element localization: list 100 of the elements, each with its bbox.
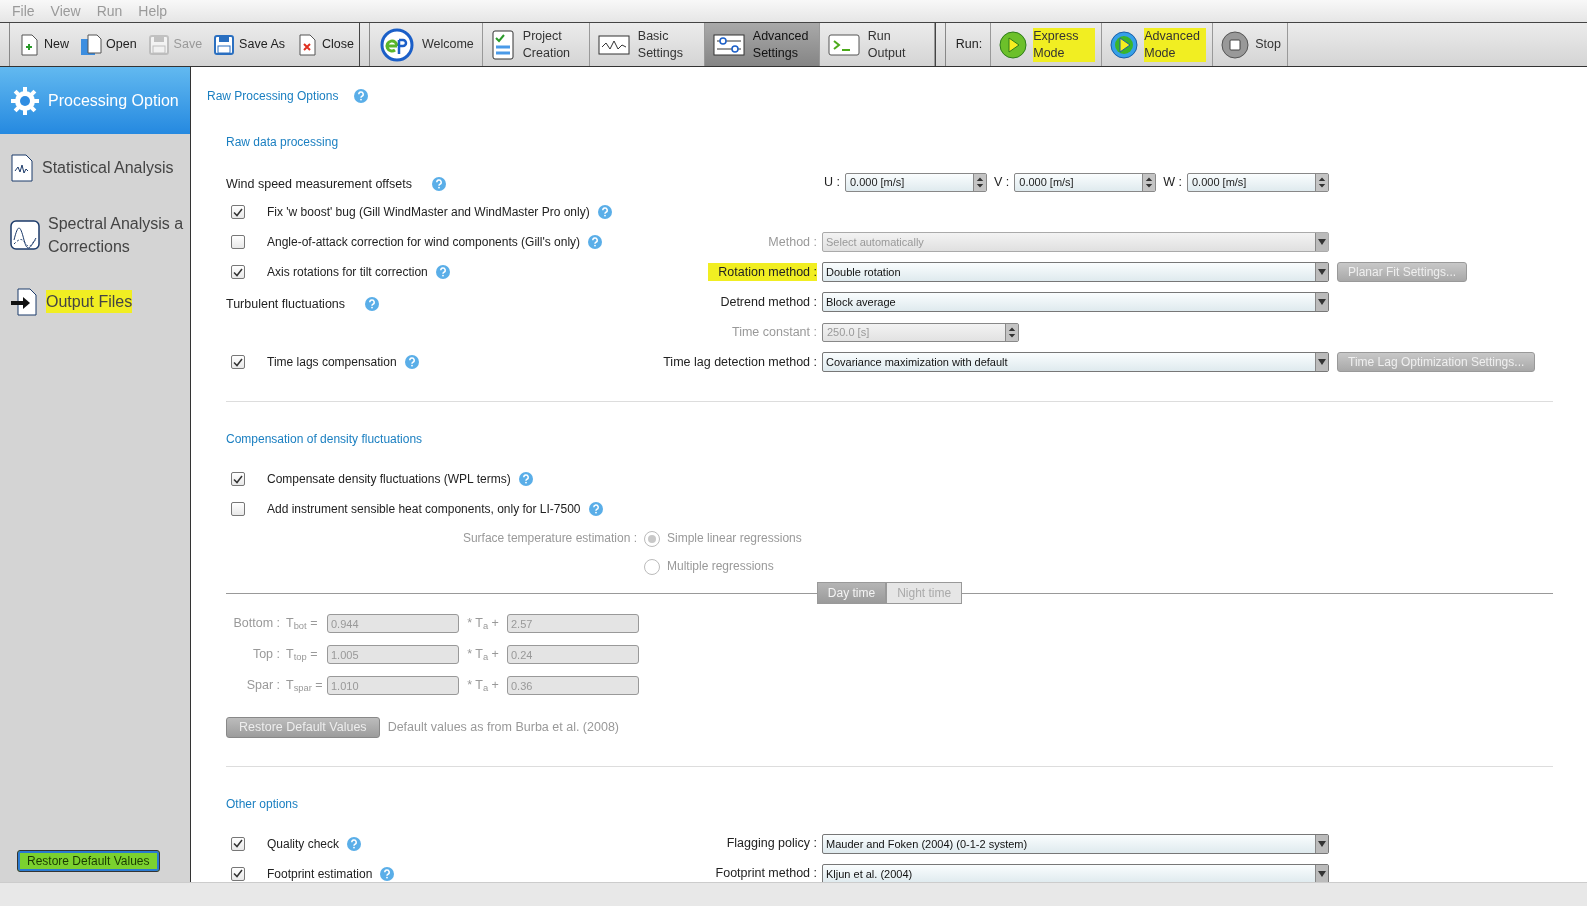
toolbar-button[interactable]: Close: [290, 23, 359, 66]
toolbar-button[interactable]: New: [12, 23, 74, 66]
formula-symbol: T$_{top}$ =: [285, 646, 319, 664]
caret-icon: [1315, 233, 1328, 251]
dropdown[interactable]: Mauder and Foken (2004) (0-1-2 system): [822, 833, 1329, 854]
run-button[interactable]: Stop: [1213, 23, 1288, 66]
restore-defaults-button[interactable]: Restore Default Values: [17, 850, 160, 872]
sidebar-item[interactable]: Statistical Analysis: [0, 134, 190, 201]
play-icon: [1110, 30, 1139, 59]
checkbox[interactable]: [231, 472, 245, 486]
caret-icon: [1315, 293, 1328, 311]
help-icon[interactable]: [588, 502, 603, 516]
field-label: Top :: [251, 646, 281, 664]
step-tab[interactable]: Advanced Settings: [704, 23, 820, 66]
checklist-icon: [490, 28, 515, 61]
checkbox-label[interactable]: Compensate density fluctuations (WPL terms): [267, 470, 511, 488]
spin-field[interactable]: 0.000 [m/s]: [1014, 172, 1157, 192]
help-icon[interactable]: [347, 836, 362, 851]
field-label: Time constant :: [731, 323, 817, 341]
field-label: Time lag detection method :: [662, 353, 817, 371]
chart-document-icon: [10, 152, 34, 183]
dropdown[interactable]: Double rotation: [822, 262, 1329, 282]
checkbox[interactable]: [231, 265, 245, 279]
checkbox[interactable]: [231, 235, 245, 249]
page-title: Raw Processing Options: [207, 88, 339, 105]
caret-icon: [1315, 263, 1328, 281]
field-label: Spar :: [245, 677, 281, 695]
checkbox-label[interactable]: Footprint estimation: [267, 864, 373, 882]
sidebar-item[interactable]: Spectral Analysis a Corrections: [0, 201, 190, 268]
toolbar-button[interactable]: Save As: [207, 23, 290, 66]
caret-icon: [1315, 353, 1328, 371]
help-icon[interactable]: [380, 866, 395, 881]
help-icon[interactable]: [588, 235, 603, 249]
logo-icon: [379, 27, 414, 62]
spin-field[interactable]: 0.000 [m/s]: [1187, 172, 1329, 192]
section-heading: Raw data processing: [226, 134, 340, 151]
waveform-icon: [597, 32, 630, 57]
checkbox-label[interactable]: Angle-of-attack correction for wind components (Gill's only): [267, 233, 581, 251]
field-label: Surface temperature estimation :: [462, 531, 637, 545]
caret-icon: [1315, 864, 1328, 882]
terminal-icon: [827, 32, 860, 57]
field-label: Flagging policy :: [725, 835, 817, 853]
run-button[interactable]: Advanced Mode: [1102, 23, 1214, 66]
formula-operator: * T$_{a}$ +: [466, 615, 500, 633]
folder-icon: [79, 32, 103, 57]
checkbox-label[interactable]: Add instrument sensible heat components, only for LI-7500: [267, 500, 581, 518]
field-label: Bottom :: [232, 615, 281, 633]
help-icon[interactable]: [404, 355, 419, 369]
field-label: V :: [993, 173, 1010, 191]
checkbox[interactable]: [231, 836, 245, 851]
field-label: Footprint method :: [714, 865, 817, 882]
formula-operator: * T$_{a}$ +: [466, 646, 500, 664]
step-tab[interactable]: Basic Settings: [589, 23, 705, 66]
field-label: W :: [1163, 173, 1182, 191]
run-label: Run:: [947, 23, 992, 66]
step-tab[interactable]: Run Output: [819, 23, 935, 66]
option-label: Turbulent fluctuations: [226, 295, 346, 313]
field-label: U :: [824, 173, 840, 191]
note-text: Default values as from Burba et al. (2008): [387, 719, 619, 736]
formula-symbol: T$_{spar}$ =: [285, 677, 324, 695]
spin-arrows-icon: [972, 173, 986, 191]
step-tab[interactable]: Welcome: [371, 23, 483, 66]
dropdown[interactable]: Block average: [822, 292, 1329, 312]
help-icon[interactable]: [435, 265, 450, 279]
sliders-icon: [712, 32, 745, 57]
section-heading: Compensation of density fluctuations: [226, 431, 424, 448]
checkbox[interactable]: [231, 502, 245, 516]
checkbox-label[interactable]: Axis rotations for tilt correction: [267, 263, 428, 281]
checkbox[interactable]: [231, 355, 245, 369]
dropdown[interactable]: Kljun et al. (2004): [822, 863, 1329, 882]
spin-arrows-icon: [1142, 173, 1156, 191]
help-icon[interactable]: [518, 472, 533, 486]
stop-icon: [1221, 30, 1250, 59]
play-icon: [999, 30, 1028, 59]
spin-arrows-icon: [1005, 323, 1018, 341]
section-heading: Other options: [226, 795, 300, 813]
help-icon[interactable]: [354, 89, 369, 103]
checkbox[interactable]: [231, 866, 245, 881]
field-label: Rotation method :: [708, 262, 817, 282]
run-button[interactable]: Express Mode: [991, 23, 1103, 66]
sidebar-item[interactable]: Output Files: [0, 268, 190, 335]
field-label: Detrend method :: [719, 293, 817, 311]
spin-arrows-icon: [1315, 173, 1328, 191]
checkbox-label[interactable]: Time lags compensation: [267, 353, 397, 371]
help-icon[interactable]: [597, 205, 612, 219]
help-icon[interactable]: [432, 177, 446, 191]
toolbar-button[interactable]: Open: [74, 23, 142, 66]
formula-symbol: T$_{bot}$ =: [285, 615, 319, 633]
help-icon[interactable]: [365, 297, 380, 311]
dropdown[interactable]: Covariance maximization with default: [822, 352, 1329, 372]
arrow-document-icon: [10, 286, 38, 317]
step-tab[interactable]: Project Creation: [482, 23, 590, 66]
spectrum-icon: [10, 219, 40, 250]
field-label: Method :: [767, 233, 817, 251]
formula-operator: * T$_{a}$ +: [466, 677, 500, 695]
checkbox-label[interactable]: Fix 'w boost' bug (Gill WindMaster and WindMaster Pro only): [267, 203, 590, 221]
settings-icon: [10, 85, 40, 116]
checkbox[interactable]: [231, 205, 245, 219]
spin-field[interactable]: 0.000 [m/s]: [845, 172, 987, 192]
checkbox-label[interactable]: Quality check: [267, 834, 340, 853]
